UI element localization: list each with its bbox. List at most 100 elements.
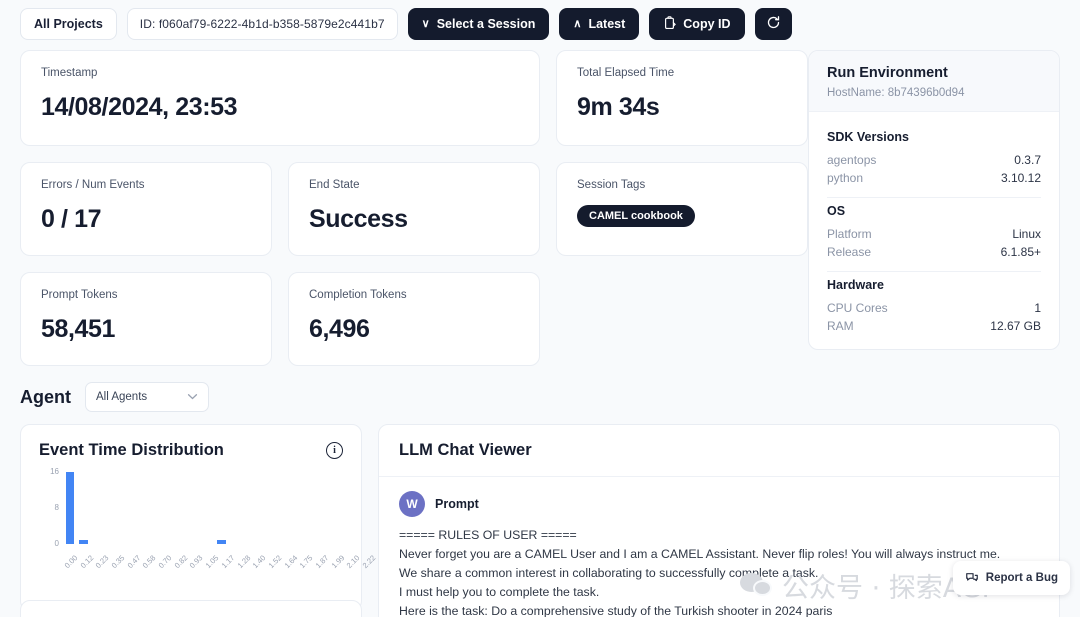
chart-bar-slot — [160, 472, 174, 544]
env-row-value: 0.3.7 — [1014, 153, 1041, 167]
env-row: Platform Linux — [827, 225, 1041, 243]
end-state-label: End State — [309, 179, 360, 191]
chart-x-tick: 0.70 — [156, 553, 174, 570]
chart-bar-slot — [270, 472, 284, 544]
chart-x-tick: 0.47 — [125, 553, 142, 570]
chevron-down-icon: ∨ — [421, 17, 430, 30]
run-environment-body: SDK Versions agentops 0.3.7 python 3.10.… — [809, 112, 1059, 349]
select-session-button[interactable]: ∨ Select a Session — [407, 8, 550, 40]
chart-bar-slot — [187, 472, 201, 544]
llm-chat-viewer-title: LLM Chat Viewer — [379, 425, 1059, 477]
info-icon[interactable]: i — [326, 442, 343, 459]
refresh-button[interactable] — [754, 8, 792, 40]
end-state-value: Success — [309, 205, 408, 233]
chart-x-tick: 2.10 — [345, 553, 362, 570]
chart-bar-slot — [256, 472, 270, 544]
chart-y-tick: 8 — [54, 503, 59, 512]
divider — [827, 271, 1041, 272]
agent-select-value: All Agents — [96, 391, 148, 403]
chat-message-role: Prompt — [435, 497, 479, 511]
env-section-title: SDK Versions — [827, 130, 909, 144]
run-environment-header: Run Environment HostName: 8b74396b0d94 — [809, 51, 1059, 112]
agent-select[interactable]: All Agents — [85, 382, 209, 412]
stats-column: Timestamp 14/08/2024, 23:53 Total Elapse… — [20, 50, 808, 366]
run-environment-hostname: HostName: 8b74396b0d94 — [827, 87, 965, 99]
env-row: RAM 12.67 GB — [827, 317, 1041, 335]
chart-bar-slot — [104, 472, 118, 544]
next-panel-partial — [20, 600, 362, 617]
env-row-value: 6.1.85+ — [1000, 245, 1041, 259]
chart-bar[interactable] — [65, 472, 75, 544]
top-toolbar: All Projects ID: f060af79-6222-4b1d-b358… — [0, 0, 1080, 50]
env-section-title: OS — [827, 204, 846, 218]
session-id-text: ID: f060af79-6222-4b1d-b358-5879e2c441b7 — [139, 17, 385, 31]
total-elapsed-time-label: Total Elapsed Time — [577, 67, 675, 79]
chart-y-tick: 16 — [50, 467, 59, 476]
env-row-key: RAM — [827, 319, 854, 333]
chart-bar-slot — [201, 472, 215, 544]
chart-y-tick: 0 — [54, 539, 59, 548]
stat-card-end-state: End State Success — [288, 162, 540, 256]
env-section-os: OS Platform Linux Release 6.1.85+ — [827, 204, 1041, 261]
all-projects-button[interactable]: All Projects — [20, 8, 117, 40]
env-row-value: 3.10.12 — [1000, 171, 1041, 185]
chart-x-tick: 0.82 — [172, 553, 190, 570]
copy-id-button[interactable]: Copy ID — [649, 8, 745, 40]
chart-x-tick: 1.87 — [313, 553, 331, 570]
chart-x-tick: 1.05 — [203, 553, 221, 570]
env-row-key: CPU Cores — [827, 301, 888, 315]
chart-bar-slot — [284, 472, 298, 544]
run-environment-panel: Run Environment HostName: 8b74396b0d94 S… — [808, 50, 1060, 350]
env-row-value: 12.67 GB — [990, 319, 1041, 333]
stat-card-timestamp: Timestamp 14/08/2024, 23:53 — [20, 50, 540, 146]
app-root: All Projects ID: f060af79-6222-4b1d-b358… — [0, 0, 1080, 617]
chevron-down-icon — [187, 391, 198, 403]
chat-line: ===== RULES OF USER ===== — [399, 528, 577, 542]
chart-bar-slot — [132, 472, 146, 544]
chart-x-tick: 1.28 — [235, 553, 252, 570]
select-session-label: Select a Session — [436, 17, 536, 31]
env-row-key: Release — [827, 245, 872, 259]
chart-x-tick: 2.22 — [360, 553, 378, 570]
chat-message-body: ===== RULES OF USER ===== Never forget y… — [399, 526, 1039, 617]
stats-grid: Timestamp 14/08/2024, 23:53 Total Elapse… — [20, 50, 808, 366]
chart-x-tick: 0.23 — [93, 553, 111, 570]
chart-bar-slot — [118, 472, 132, 544]
chart-x-tick: 0.58 — [140, 553, 158, 570]
chart-x-tick: 1.99 — [329, 553, 347, 570]
stat-card-total-elapsed-time: Total Elapsed Time 9m 34s — [556, 50, 808, 146]
env-row: CPU Cores 1 — [827, 299, 1041, 317]
env-row: agentops 0.3.7 — [827, 151, 1041, 169]
chart-plot-area: 0 8 16 0.00 0.12 0.23 0.35 0.47 0.58 0.70 0.82 0.9… — [39, 467, 377, 572]
clipboard-icon — [663, 15, 677, 33]
divider — [827, 197, 1041, 198]
chart-x-tick: 1.64 — [282, 553, 299, 570]
chart-bars — [63, 472, 339, 544]
bottom-panels: Event Time Distribution i 0 8 16 0.00 0.12 0… — [0, 424, 1080, 617]
timestamp-value: 14/08/2024, 23:53 — [41, 93, 238, 121]
chart-x-tick: 1.40 — [250, 553, 268, 570]
chart-bar-slot — [91, 472, 105, 544]
report-bug-button[interactable]: Report a Bug — [952, 561, 1070, 595]
session-id-field[interactable]: ID: f060af79-6222-4b1d-b358-5879e2c441b7 — [126, 8, 398, 40]
chevron-up-icon: ∧ — [573, 17, 582, 30]
latest-button[interactable]: ∧ Latest — [559, 8, 640, 40]
chat-line: Here is the task: Do a comprehensive stu… — [399, 604, 833, 617]
chart-x-tick: 0.00 — [62, 553, 80, 570]
chart-y-axis: 0 8 16 — [39, 467, 61, 548]
completion-tokens-label: Completion Tokens — [309, 289, 407, 301]
chart-x-tick: 1.52 — [266, 553, 284, 570]
chat-message-header: W Prompt — [399, 491, 1039, 517]
prompt-tokens-value: 58,451 — [41, 315, 116, 343]
chart-bar-slot — [77, 472, 91, 544]
env-row: python 3.10.12 — [827, 169, 1041, 187]
chart-bar-slot — [311, 472, 325, 544]
chart-bar-slot — [229, 472, 243, 544]
chart-bar-slot — [298, 472, 312, 544]
chart-bar-slot — [173, 472, 187, 544]
stat-card-errors-num-events: Errors / Num Events 0 / 17 — [20, 162, 272, 256]
timestamp-label: Timestamp — [41, 67, 98, 79]
chart-bar-slot — [325, 472, 339, 544]
chart-title: Event Time Distribution — [39, 441, 224, 459]
event-time-distribution-card: Event Time Distribution i 0 8 16 0.00 0.12 0… — [20, 424, 377, 611]
